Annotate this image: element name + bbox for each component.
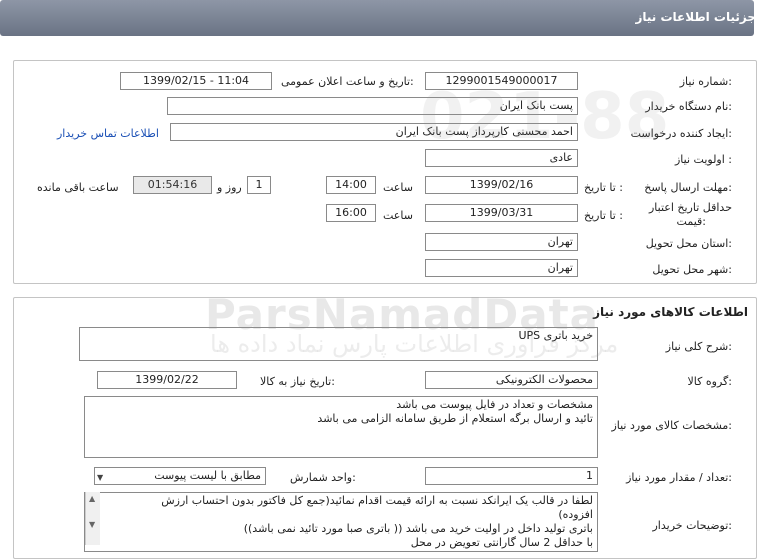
specs-line: تائید و ارسال برگه استعلام از طریق سامان… bbox=[317, 412, 593, 425]
buyer-notes-line: با حداقل 2 سال گارانتی تعویض در محل bbox=[410, 536, 593, 549]
province-field: تهران bbox=[425, 233, 578, 251]
remaining-label: ساعت باقی مانده bbox=[37, 181, 119, 194]
chevron-down-icon[interactable]: ▼ bbox=[97, 470, 103, 484]
validity-label-line2: قیمت: bbox=[676, 215, 706, 228]
goods-group-field: محصولات الکترونیکی bbox=[425, 371, 598, 389]
need-number-label: شماره نیاز: bbox=[679, 75, 732, 88]
city-label: شهر محل تحویل: bbox=[652, 263, 732, 276]
unit-select[interactable]: ▼ مطابق با لیست پیوست bbox=[94, 467, 266, 485]
page-title: جزئیات اطلاعات نیاز bbox=[635, 10, 756, 24]
validity-label-line1: حداقل تاریخ اعتبار bbox=[648, 201, 732, 214]
remaining-time-field: 01:54:16 bbox=[133, 176, 212, 194]
deadline-to-label: تا تاریخ : bbox=[584, 181, 623, 194]
buyer-notes-scrollbar[interactable]: ▲ ▼ bbox=[85, 492, 100, 545]
goods-section-title: اطلاعات کالاهای مورد نیاز bbox=[593, 305, 748, 319]
validity-time-field: 16:00 bbox=[326, 204, 376, 222]
need-date-label: تاریخ نیاز به کالا: bbox=[260, 375, 335, 388]
announce-label: تاریخ و ساعت اعلان عمومی: bbox=[281, 75, 414, 88]
page-header: جزئیات اطلاعات نیاز bbox=[0, 0, 756, 36]
buyer-notes-field: لطفا در قالب یک ایرانکد نسبت به ارائه قی… bbox=[84, 492, 598, 552]
specs-line: مشخصات و تعداد در فایل پیوست می باشد bbox=[396, 398, 593, 411]
days-label: روز و bbox=[217, 181, 242, 194]
buyer-notes-line: لطفا در قالب یک ایرانکد نسبت به ارائه قی… bbox=[161, 494, 593, 507]
quantity-field: 1 bbox=[425, 467, 598, 485]
buyer-notes-label: توضیحات خریدار: bbox=[652, 519, 733, 532]
specs-label: مشخصات کالای مورد نیاز: bbox=[611, 419, 732, 432]
days-remaining-field: 1 bbox=[247, 176, 271, 194]
announce-datetime-field: 1399/02/15 - 11:04 bbox=[120, 72, 272, 90]
quantity-label: تعداد / مقدار مورد نیاز: bbox=[626, 471, 732, 484]
validity-to-label: تا تاریخ : bbox=[584, 209, 623, 222]
watermark-digits: 021-88 bbox=[420, 80, 670, 154]
validity-date-field: 1399/03/31 bbox=[425, 204, 578, 222]
priority-label: اولویت نیاز : bbox=[674, 153, 732, 166]
scroll-up-icon[interactable]: ▲ bbox=[89, 494, 95, 503]
scroll-down-icon[interactable]: ▼ bbox=[89, 520, 95, 529]
buyer-contact-link[interactable]: اطلاعات تماس خریدار bbox=[57, 127, 159, 140]
province-label: استان محل تحویل: bbox=[645, 237, 732, 250]
buyer-notes-line: باتری تولید داخل در اولیت خرید می باشد (… bbox=[243, 522, 593, 535]
summary-label: شرح کلی نیاز: bbox=[665, 340, 732, 353]
buyer-notes-line: افزوده) bbox=[558, 508, 593, 521]
city-field: تهران bbox=[425, 259, 578, 277]
deadline-label: مهلت ارسال پاسخ: bbox=[644, 181, 732, 194]
goods-group-label: گروه کالا: bbox=[687, 375, 732, 388]
watermark-tagline: مرکز فرآوری اطلاعات پارس نماد داده ها bbox=[210, 330, 619, 358]
unit-label: واحد شمارش: bbox=[290, 471, 356, 484]
deadline-time-field: 14:00 bbox=[326, 176, 376, 194]
validity-time-label: ساعت bbox=[383, 209, 413, 222]
unit-value: مطابق با لیست پیوست bbox=[154, 469, 261, 482]
need-date-field: 1399/02/22 bbox=[97, 371, 237, 389]
specs-field: مشخصات و تعداد در فایل پیوست می باشد تائ… bbox=[84, 396, 598, 458]
deadline-time-label: ساعت bbox=[383, 181, 413, 194]
deadline-date-field: 1399/02/16 bbox=[425, 176, 578, 194]
